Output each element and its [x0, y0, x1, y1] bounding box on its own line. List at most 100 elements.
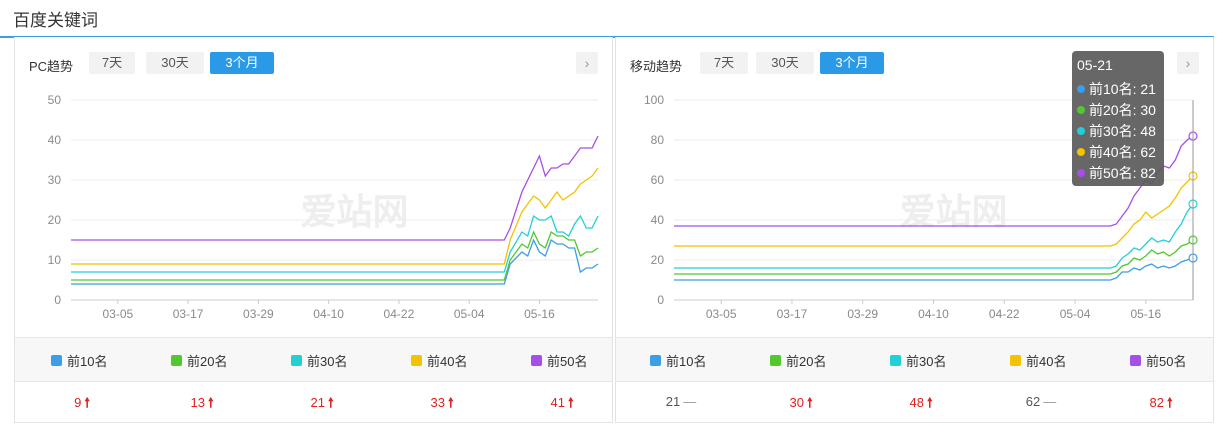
legend-label: 前30名 — [906, 354, 947, 369]
up-arrow-icon: 🠕 — [1166, 395, 1173, 410]
value-number: 33 — [430, 395, 445, 410]
mobile-value-top50: 82 🠕 — [1131, 394, 1191, 416]
legend-label: 前50名 — [1146, 354, 1187, 369]
legend-label: 前30名 — [307, 354, 348, 369]
x-tick-label: 03-17 — [777, 307, 808, 321]
tooltip-row-top20: 前20名: 30 — [1077, 100, 1156, 120]
mobile-value-top30: 48 🠕 — [891, 394, 951, 416]
pc-tab-30days[interactable]: 30天 — [146, 52, 204, 74]
value-number: 9 — [74, 395, 82, 410]
legend-swatch — [171, 355, 182, 366]
pc-trend-chart: 爱站网 0 10 20 30 40 50 03-05 03-17 03-29 04-10 04-22 0… — [48, 93, 599, 321]
pc-legend-top40[interactable]: 前40名 — [411, 351, 467, 370]
mobile-next-arrow-icon[interactable]: › — [1177, 52, 1199, 74]
pc-values-row: 9 🠕 13 🠕 21 🠕 33 🠕 41 🠕 — [15, 382, 612, 422]
x-tick-label: 03-29 — [243, 307, 274, 321]
mobile-value-top40: 62— — [1011, 394, 1071, 409]
tooltip-date: 05-21 — [1077, 57, 1113, 73]
tooltip-text: 前30名: 48 — [1089, 123, 1156, 139]
y-tick-label: 50 — [48, 93, 62, 107]
legend-swatch — [1130, 355, 1141, 366]
y-tick-label: 80 — [651, 133, 665, 147]
tooltip-text: 前50名: 82 — [1089, 165, 1156, 181]
flat-dash-icon: — — [683, 394, 697, 409]
up-arrow-icon: 🠕 — [84, 395, 90, 410]
legend-label: 前10名 — [666, 354, 707, 369]
up-arrow-icon: 🠕 — [447, 395, 454, 410]
pc-legend-top10[interactable]: 前10名 — [51, 351, 107, 370]
pc-value-top20: 13 🠕 — [172, 394, 232, 416]
mobile-tab-7days[interactable]: 7天 — [700, 52, 748, 74]
mobile-legend-top50[interactable]: 前50名 — [1130, 351, 1186, 370]
mobile-legend-top20[interactable]: 前20名 — [770, 351, 826, 370]
value-number: 82 — [1149, 395, 1164, 410]
y-tick-label: 10 — [48, 253, 62, 267]
y-tick-label: 100 — [644, 93, 664, 107]
legend-label: 前50名 — [547, 354, 588, 369]
mobile-tab-30days[interactable]: 30天 — [756, 52, 814, 74]
tooltip-dot — [1077, 106, 1085, 114]
tooltip-dot — [1077, 85, 1085, 93]
page-title: 百度关键词 — [13, 11, 98, 30]
y-tick-label: 60 — [651, 173, 665, 187]
up-arrow-icon: 🠕 — [207, 395, 214, 410]
mobile-value-top20: 30 🠕 — [771, 394, 831, 416]
legend-label: 前40名 — [1026, 354, 1067, 369]
pc-tab-3months[interactable]: 3个月 — [210, 52, 274, 74]
series-line-1 — [674, 257, 1194, 281]
legend-label: 前20名 — [187, 354, 228, 369]
tooltip-row-top50: 前50名: 82 — [1077, 163, 1156, 183]
x-tick-label: 04-22 — [989, 307, 1020, 321]
x-tick-label: 03-17 — [173, 307, 204, 321]
x-tick-label: 05-04 — [1060, 307, 1091, 321]
legend-label: 前40名 — [427, 354, 468, 369]
mobile-trend-title: 移动趋势 — [630, 59, 683, 74]
mobile-legend-top30[interactable]: 前30名 — [890, 351, 946, 370]
legend-swatch — [531, 355, 542, 366]
legend-swatch — [650, 355, 661, 366]
legend-swatch — [1010, 355, 1021, 366]
x-tick-label: 03-05 — [102, 307, 133, 321]
tooltip-text: 前10名: 21 — [1089, 81, 1156, 97]
mobile-chart-tooltip: 05-21 前10名: 21 前20名: 30 前30名: 48 前40名: 6… — [1072, 51, 1164, 186]
mobile-legend-top10[interactable]: 前10名 — [650, 351, 706, 370]
pc-value-top30: 21 🠕 — [292, 394, 352, 416]
value-number: 21 — [310, 395, 325, 410]
y-tick-label: 0 — [54, 293, 61, 307]
pc-value-top40: 33 🠕 — [412, 394, 472, 416]
mobile-legend-top40[interactable]: 前40名 — [1010, 351, 1066, 370]
value-number: 13 — [190, 395, 205, 410]
page-header: 百度关键词 — [0, 0, 1214, 38]
legend-swatch — [770, 355, 781, 366]
tooltip-row-top40: 前40名: 62 — [1077, 142, 1156, 162]
x-tick-label: 04-10 — [313, 307, 344, 321]
legend-swatch — [291, 355, 302, 366]
pc-next-arrow-icon[interactable]: › — [576, 52, 598, 74]
pc-trend-panel: PC趋势 7天 30天 3个月 › 爱站网 0 10 20 30 40 50 03-05 03-… — [14, 37, 613, 423]
value-number: 62 — [1025, 394, 1041, 409]
x-tick-label: 05-16 — [1130, 307, 1161, 321]
mobile-tab-3months[interactable]: 3个月 — [820, 52, 884, 74]
y-tick-label: 40 — [651, 213, 665, 227]
pc-tab-7days[interactable]: 7天 — [89, 52, 135, 74]
x-tick-label: 04-22 — [384, 307, 415, 321]
pc-legend-top50[interactable]: 前50名 — [531, 351, 587, 370]
x-tick-label: 03-29 — [847, 307, 878, 321]
value-number: 48 — [909, 395, 924, 410]
pc-legend-top20[interactable]: 前20名 — [171, 351, 227, 370]
tooltip-text: 前40名: 62 — [1089, 144, 1156, 160]
tooltip-dot — [1077, 148, 1085, 156]
y-tick-label: 20 — [48, 213, 62, 227]
pc-legend-top30[interactable]: 前30名 — [291, 351, 347, 370]
tooltip-row-top10: 前10名: 21 — [1077, 79, 1156, 99]
legend-label: 前20名 — [786, 354, 827, 369]
value-number: 41 — [550, 395, 565, 410]
pc-legend: 前10名 前20名 前30名 前40名 前50名 — [15, 337, 612, 382]
pc-value-top50: 41 🠕 — [532, 394, 592, 416]
x-tick-label: 05-04 — [454, 307, 485, 321]
legend-swatch — [890, 355, 901, 366]
x-tick-label: 03-05 — [706, 307, 737, 321]
tooltip-dot — [1077, 169, 1085, 177]
mobile-value-top10: 21— — [651, 394, 711, 409]
series-line-1 — [71, 238, 599, 285]
